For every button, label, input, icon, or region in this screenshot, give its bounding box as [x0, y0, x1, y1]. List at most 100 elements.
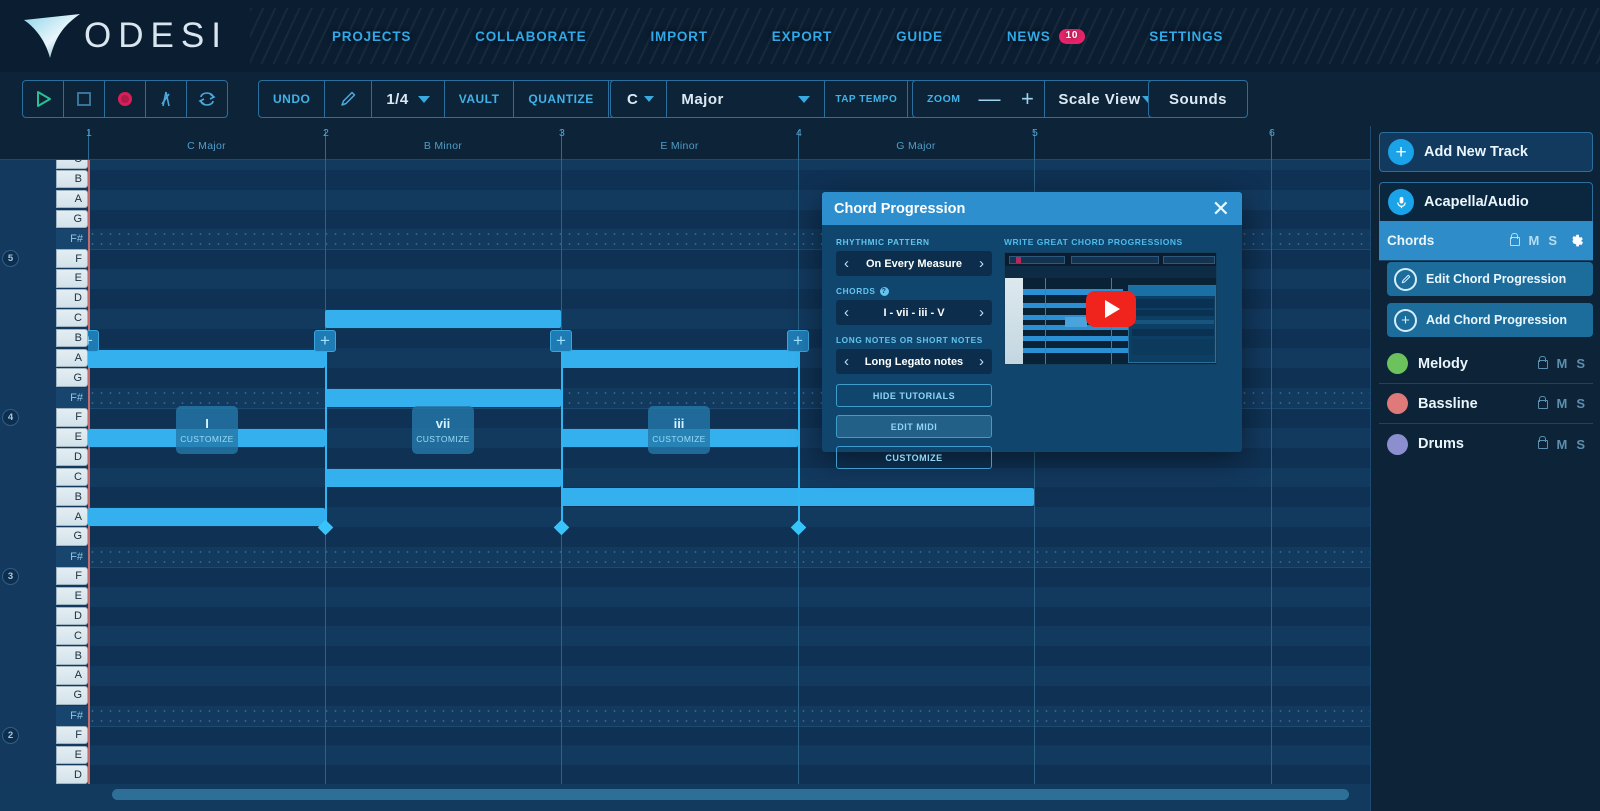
piano-key[interactable]: D — [56, 765, 88, 784]
chord-customize-badge[interactable]: iiiCUSTOMIZE — [648, 406, 710, 454]
note-lane[interactable] — [88, 527, 1370, 547]
midi-note[interactable] — [88, 350, 325, 368]
timeline-ruler[interactable]: 1 2 3 4 5 6 C Major B Minor E Minor G Ma… — [0, 126, 1370, 160]
playhead[interactable] — [88, 160, 90, 784]
close-icon[interactable]: ✕ — [1212, 198, 1230, 220]
note-lane[interactable] — [88, 626, 1370, 646]
note-lane[interactable] — [88, 160, 1370, 170]
key-root-select[interactable]: C — [611, 81, 667, 117]
note-length-stepper[interactable]: ‹ Long Legato notes › — [836, 349, 992, 374]
chord-customize-badge[interactable]: ICUSTOMIZE — [176, 406, 238, 454]
chord-divider[interactable] — [325, 349, 327, 528]
note-lane[interactable] — [88, 666, 1370, 686]
grid-division-select[interactable]: 1/4 — [372, 81, 444, 117]
mute-button[interactable]: M — [1556, 356, 1567, 371]
piano-key[interactable]: B — [56, 170, 88, 189]
note-lane[interactable] — [88, 765, 1370, 784]
track-row-melody[interactable]: Melody M S — [1379, 344, 1593, 384]
note-lane[interactable] — [88, 170, 1370, 190]
app-logo[interactable]: ODESI — [22, 8, 228, 64]
piano-key[interactable]: F# — [56, 229, 88, 249]
piano-key[interactable]: F# — [56, 388, 88, 408]
note-lane[interactable] — [88, 547, 1370, 567]
piano-key[interactable]: C — [56, 309, 88, 328]
nav-item-projects[interactable]: PROJECTS — [300, 29, 443, 44]
solo-button[interactable]: S — [1576, 356, 1585, 371]
vault-button[interactable]: VAULT — [445, 81, 515, 117]
lock-icon[interactable] — [1536, 436, 1547, 452]
metronome-button[interactable] — [146, 81, 187, 117]
piano-key[interactable]: E — [56, 587, 88, 606]
track-row-chords[interactable]: Chords M S — [1379, 221, 1593, 261]
piano-key[interactable]: A — [56, 190, 88, 209]
piano-key[interactable]: F — [56, 408, 88, 427]
lock-icon[interactable] — [1536, 396, 1547, 412]
midi-note[interactable] — [325, 469, 561, 487]
track-row-drums[interactable]: Drums M S — [1379, 424, 1593, 464]
note-lane[interactable] — [88, 646, 1370, 666]
chevron-right-icon[interactable]: › — [979, 256, 984, 271]
zoom-in-button[interactable]: + — [1011, 81, 1045, 117]
piano-key[interactable]: B — [56, 487, 88, 506]
add-new-track-button[interactable]: + Add New Track — [1379, 132, 1593, 172]
midi-note[interactable] — [325, 389, 561, 407]
help-icon[interactable]: ? — [880, 287, 889, 296]
midi-note[interactable] — [88, 508, 325, 526]
piano-key[interactable]: A — [56, 666, 88, 685]
piano-key[interactable]: F# — [56, 547, 88, 567]
piano-key[interactable]: A — [56, 349, 88, 368]
add-chord-progression-button[interactable]: + Add Chord Progression — [1387, 303, 1593, 337]
piano-key[interactable]: C — [56, 468, 88, 487]
chords-stepper[interactable]: ‹ I - vii - iii - V › — [836, 300, 992, 325]
piano-key[interactable]: A — [56, 507, 88, 526]
rhythmic-pattern-stepper[interactable]: ‹ On Every Measure › — [836, 251, 992, 276]
note-lane[interactable] — [88, 746, 1370, 766]
chevron-left-icon[interactable]: ‹ — [844, 305, 849, 320]
solo-button[interactable]: S — [1576, 437, 1585, 452]
gear-icon[interactable] — [1566, 231, 1585, 250]
piano-key[interactable]: G — [56, 210, 88, 229]
track-row-acapella[interactable]: Acapella/Audio — [1379, 182, 1593, 222]
nav-item-settings[interactable]: SETTINGS — [1117, 29, 1255, 44]
piano-key[interactable]: E — [56, 746, 88, 765]
nav-item-collaborate[interactable]: COLLABORATE — [443, 29, 618, 44]
chord-divider[interactable] — [798, 349, 800, 528]
note-lane[interactable] — [88, 607, 1370, 627]
lock-icon[interactable] — [1536, 356, 1547, 372]
piano-key[interactable]: F — [56, 567, 88, 586]
add-chord-button[interactable]: + — [787, 330, 809, 352]
chord-divider[interactable] — [561, 349, 563, 528]
quantize-button[interactable]: QUANTIZE — [514, 81, 608, 117]
tap-tempo-button[interactable]: TAP TEMPO — [825, 81, 908, 117]
chord-customize-badge[interactable]: viiCUSTOMIZE — [412, 406, 474, 454]
piano-key[interactable]: D — [56, 289, 88, 308]
piano-key[interactable]: C — [56, 626, 88, 645]
nav-item-export[interactable]: EXPORT — [740, 29, 864, 44]
piano-key[interactable]: G — [56, 527, 88, 546]
key-scale-select[interactable]: Major — [667, 81, 825, 117]
chevron-left-icon[interactable]: ‹ — [844, 256, 849, 271]
stop-button[interactable] — [64, 81, 105, 117]
piano-key[interactable]: E — [56, 428, 88, 447]
zoom-out-button[interactable]: — — [969, 81, 1012, 117]
piano-keyboard[interactable]: CBAGF#F5EDCBAGF#F4EDCBAGF#F3EDCBAGF#F2ED — [0, 160, 88, 784]
solo-button[interactable]: S — [1576, 396, 1585, 411]
piano-key[interactable]: F# — [56, 706, 88, 726]
piano-key[interactable]: D — [56, 607, 88, 626]
mute-button[interactable]: M — [1556, 437, 1567, 452]
add-chord-button[interactable]: + — [314, 330, 336, 352]
play-icon[interactable] — [1086, 291, 1136, 327]
piano-key[interactable]: G — [56, 686, 88, 705]
customize-button[interactable]: CUSTOMIZE — [836, 446, 992, 469]
tutorial-video-thumbnail[interactable] — [1004, 252, 1217, 365]
piano-key[interactable]: D — [56, 448, 88, 467]
edit-midi-button[interactable]: EDIT MIDI — [836, 415, 992, 438]
lock-icon[interactable] — [1508, 233, 1519, 249]
horizontal-scrollbar-thumb[interactable] — [112, 789, 1349, 800]
chevron-left-icon[interactable]: ‹ — [844, 354, 849, 369]
midi-note[interactable] — [561, 350, 798, 368]
hide-tutorials-button[interactable]: HIDE TUTORIALS — [836, 384, 992, 407]
piano-key[interactable]: B — [56, 646, 88, 665]
record-button[interactable] — [105, 81, 146, 117]
edit-chord-progression-button[interactable]: Edit Chord Progression — [1387, 262, 1593, 296]
